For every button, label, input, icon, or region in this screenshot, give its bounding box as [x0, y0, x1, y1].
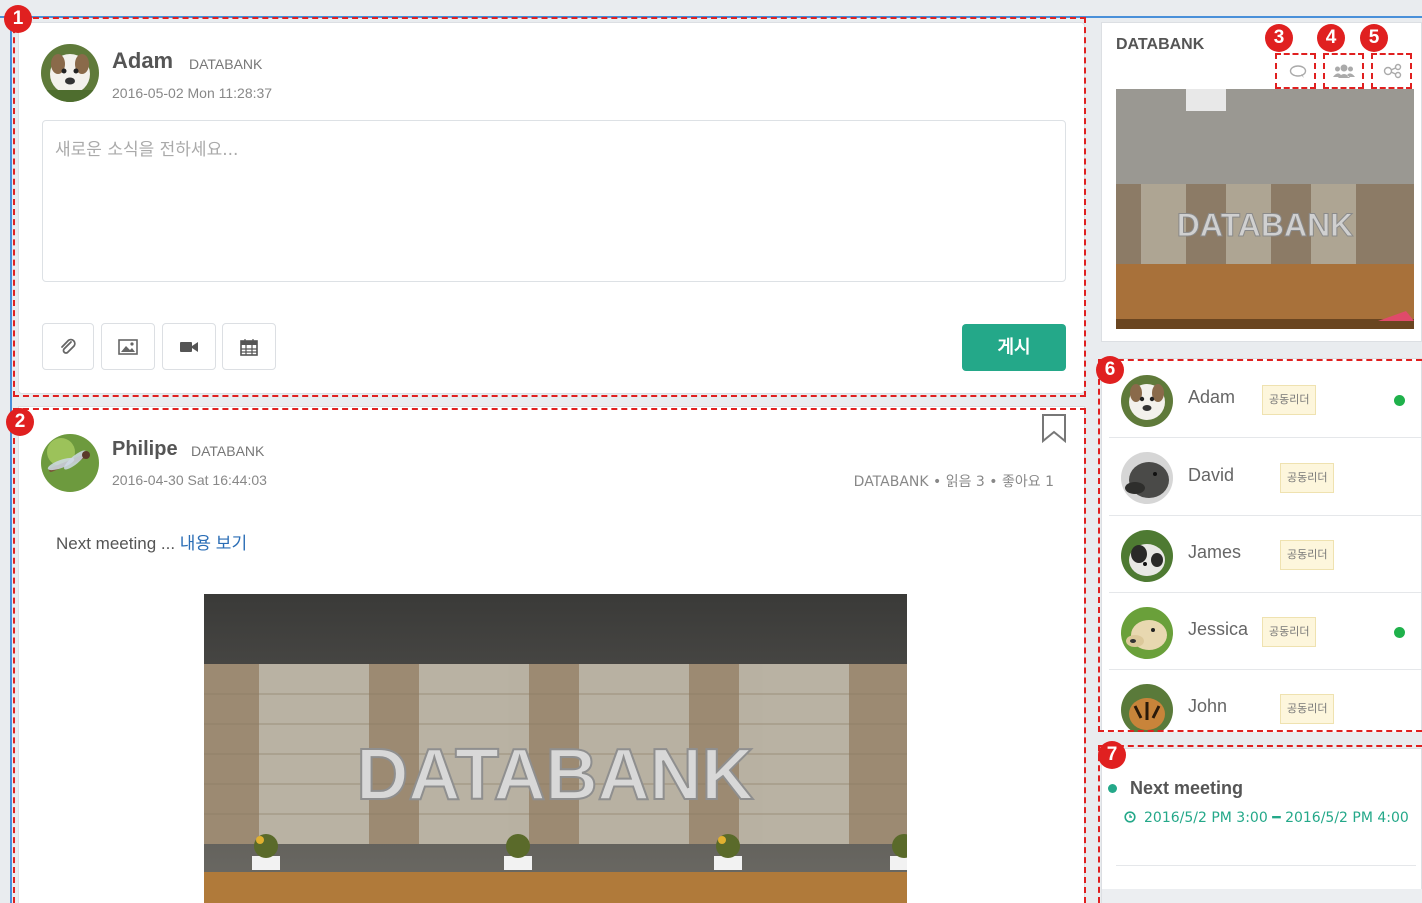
member-name: John — [1188, 696, 1228, 716]
member-item[interactable]: Adam 공동리더 — [1109, 361, 1421, 438]
avatar — [1121, 452, 1173, 504]
member-name: David — [1188, 465, 1235, 485]
online-status-dot — [1394, 395, 1405, 406]
avatar[interactable] — [41, 434, 99, 492]
annotation-number: 4 — [1317, 24, 1345, 52]
member-item[interactable]: Jessica 공동리더 — [1109, 593, 1421, 670]
role-badge: 공동리더 — [1262, 385, 1317, 415]
group-cover-image[interactable]: DATABANK — [1116, 89, 1414, 329]
video-camera-icon — [179, 338, 199, 355]
member-list: Adam 공동리더 David 공동리더 James 공동리더 Jessica … — [1101, 358, 1422, 732]
annotation-number: 7 — [1098, 741, 1126, 769]
annotation-number: 5 — [1360, 24, 1388, 52]
annotation-number: 1 — [4, 5, 32, 33]
post-image[interactable]: DATABANK — [204, 594, 907, 903]
schedule-title[interactable]: Next meeting — [1107, 778, 1243, 799]
sign-text: DATABANK — [356, 735, 753, 815]
role-badge: 공동리더 — [1280, 463, 1335, 493]
role-badge: 공동리더 — [1280, 540, 1335, 570]
member-name: Adam — [1188, 387, 1236, 407]
online-status-dot — [1394, 627, 1405, 638]
sign-text: DATABANK — [1177, 207, 1354, 243]
bookmark-icon[interactable] — [1041, 413, 1067, 448]
avatar — [1121, 607, 1173, 659]
left-border — [10, 16, 12, 903]
compose-textarea[interactable]: 새로운 소식을 전하세요... — [42, 120, 1066, 282]
post-meta: DATABANK • 읽음 3 • 좋아요 1 — [853, 474, 1054, 490]
post-button[interactable]: 게시 — [962, 324, 1066, 371]
top-border — [0, 16, 1422, 18]
attach-schedule-button[interactable] — [222, 323, 276, 370]
post-body: Next meeting ... 내용 보기 — [56, 529, 247, 554]
members-icon[interactable] — [1326, 60, 1362, 90]
avatar — [1121, 684, 1173, 732]
compose-placeholder: 새로운 소식을 전하세요... — [55, 140, 239, 160]
post-datetime: 2016-04-30 Sat 16:44:03 — [112, 472, 267, 488]
member-name: James — [1188, 542, 1242, 562]
annotation-number: 3 — [1265, 24, 1293, 52]
avatar — [1121, 530, 1173, 582]
schedule-time-range: 2016/5/2 PM 3:00 ━ 2016/5/2 PM 4:00 — [1144, 810, 1409, 826]
share-icon[interactable] — [1375, 60, 1411, 90]
member-item[interactable]: James 공동리더 — [1109, 516, 1421, 593]
group-title: DATABANK — [1116, 36, 1205, 53]
chat-bubble-icon[interactable] — [1280, 60, 1316, 90]
divider — [1116, 865, 1416, 866]
post-preview-text: Next meeting ... — [56, 534, 176, 553]
group-card: DATABANK DATABANK — [1101, 22, 1422, 342]
compose-card: Adam DATABANK 2016-05-02 Mon 11:28:37 새로… — [18, 22, 1085, 394]
attach-image-button[interactable] — [101, 323, 155, 370]
paperclip-icon — [59, 338, 77, 355]
author-name: Adam — [112, 48, 174, 73]
compose-datetime: 2016-05-02 Mon 11:28:37 — [112, 85, 273, 101]
member-item[interactable]: John 공동리더 — [1109, 670, 1421, 732]
annotation-number: 2 — [6, 408, 34, 436]
avatar — [1121, 375, 1173, 427]
author-org: DATABANK — [191, 443, 265, 459]
post-card: Philipe DATABANK 2016-04-30 Sat 16:44:03… — [18, 406, 1085, 903]
avatar[interactable] — [41, 44, 99, 102]
role-badge: 공동리더 — [1280, 694, 1335, 724]
member-name: Jessica — [1188, 619, 1249, 639]
author-org: DATABANK — [189, 56, 263, 72]
schedule-card: Next meeting 2016/5/2 PM 3:00 ━ 2016/5/2… — [1101, 748, 1422, 903]
attach-file-button[interactable] — [42, 323, 94, 370]
member-item[interactable]: David 공동리더 — [1109, 439, 1421, 516]
clock-icon — [1116, 805, 1144, 831]
calendar-icon — [240, 338, 258, 356]
attach-video-button[interactable] — [162, 323, 216, 370]
image-icon — [118, 338, 138, 355]
read-more-link[interactable]: 내용 보기 — [180, 534, 247, 553]
footer-strip — [1102, 889, 1422, 903]
annotation-number: 6 — [1096, 356, 1124, 384]
author-name: Philipe — [112, 438, 178, 460]
schedule-time: 2016/5/2 PM 3:00 ━ 2016/5/2 PM 4:00 — [1116, 805, 1416, 831]
role-badge: 공동리더 — [1262, 617, 1317, 647]
